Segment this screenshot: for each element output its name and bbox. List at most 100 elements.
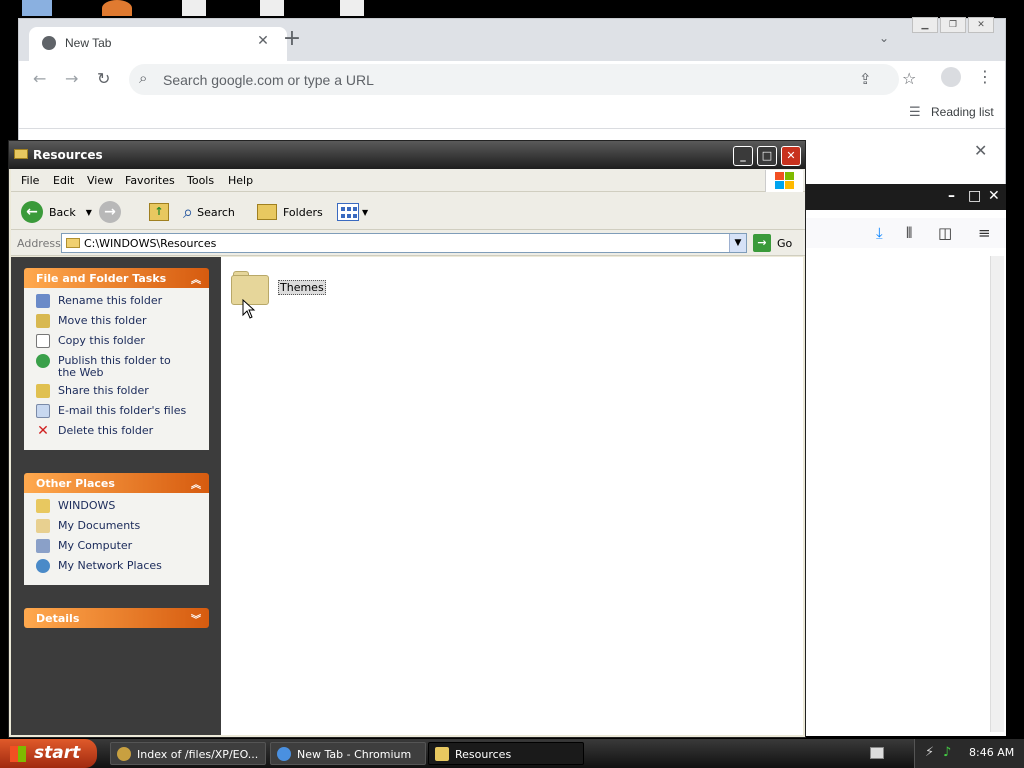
close-icon[interactable]: ✕ xyxy=(988,188,1000,204)
folder-label-themes[interactable]: Themes xyxy=(278,280,326,295)
reading-list-button[interactable]: Reading list xyxy=(931,105,994,119)
collapse-chevron-icon[interactable]: ︽ xyxy=(191,476,201,491)
file-desktop-icon[interactable] xyxy=(260,0,284,16)
address-value: C:\WINDOWS\Resources xyxy=(84,237,217,250)
share-icon[interactable]: ⇪ xyxy=(859,70,872,88)
forward-arrow-icon[interactable]: → xyxy=(65,69,78,88)
folder-icon xyxy=(66,238,80,248)
scrollbar[interactable] xyxy=(990,256,1004,732)
place-windows[interactable]: WINDOWS xyxy=(36,499,209,519)
taskbar-item[interactable]: New Tab - Chromium xyxy=(270,742,426,765)
omnibox[interactable]: ⌕ Search google.com or type a URL ⇪ xyxy=(129,64,899,95)
task-email[interactable]: E-mail this folder's files xyxy=(36,404,209,424)
address-dropdown-icon[interactable]: ▼ xyxy=(729,234,746,252)
task-publish[interactable]: Publish this folder to the Web xyxy=(36,354,209,384)
start-button[interactable]: start xyxy=(0,739,97,768)
taskbar-item-active[interactable]: Resources xyxy=(428,742,584,765)
profile-avatar[interactable] xyxy=(941,67,961,87)
menu-kebab-icon[interactable]: ⋮ xyxy=(977,67,993,86)
maximize-icon[interactable]: □ xyxy=(968,188,981,204)
window-title: Resources xyxy=(33,148,103,162)
go-arrow-icon[interactable]: → xyxy=(753,234,771,252)
reload-icon[interactable]: ↻ xyxy=(97,69,110,88)
expand-chevron-icon[interactable]: ︾ xyxy=(191,611,201,626)
search-button[interactable]: ⌕ Search xyxy=(183,199,235,225)
menu-view[interactable]: View xyxy=(87,174,113,187)
system-tray: ⚡ ♪ 8:46 AM xyxy=(914,739,1024,768)
downloads-icon[interactable]: ⤓ xyxy=(876,224,883,242)
menu-file[interactable]: File xyxy=(21,174,39,187)
back-arrow-icon[interactable]: ← xyxy=(33,69,46,88)
mouse-cursor-icon xyxy=(242,299,256,319)
my-computer-icon xyxy=(36,539,50,553)
panel-header[interactable]: Other Places ︽ xyxy=(24,473,209,493)
explorer-titlebar[interactable]: Resources _ □ ✕ xyxy=(9,141,805,169)
file-desktop-icon[interactable] xyxy=(340,0,364,16)
tab-title: New Tab xyxy=(65,36,112,50)
sidebar-icon[interactable]: ◫ xyxy=(938,224,952,242)
task-move[interactable]: Move this folder xyxy=(36,314,209,334)
maximize-button[interactable]: □ xyxy=(757,146,777,166)
hamburger-menu-icon[interactable]: ≡ xyxy=(978,224,991,242)
clock[interactable]: 8:46 AM xyxy=(969,746,1014,759)
task-copy[interactable]: Copy this folder xyxy=(36,334,209,354)
minimize-icon[interactable]: – xyxy=(948,188,955,204)
close-tab-icon[interactable]: ✕ xyxy=(254,32,272,50)
menu-help[interactable]: Help xyxy=(228,174,253,187)
task-share[interactable]: Share this folder xyxy=(36,384,209,404)
tab-strip: New Tab ✕ + ⌄ ▁ ❐ ✕ xyxy=(19,17,1005,61)
address-input[interactable]: C:\WINDOWS\Resources ▼ xyxy=(61,233,747,253)
keyboard-icon[interactable] xyxy=(870,747,884,759)
firefox-toolbar: ⤓ ⫴ ◫ ≡ xyxy=(806,218,1006,248)
panel-body: WINDOWS My Documents My Computer My Netw… xyxy=(24,493,209,585)
menu-tools[interactable]: Tools xyxy=(187,174,214,187)
folders-label: Folders xyxy=(283,205,323,219)
browser-toolbar: ← → ↻ ⌕ Search google.com or type a URL … xyxy=(19,61,1005,97)
folders-button[interactable]: Folders xyxy=(257,199,323,225)
menu-edit[interactable]: Edit xyxy=(53,174,74,187)
email-icon xyxy=(36,404,50,418)
up-folder-button[interactable]: ↑ xyxy=(149,199,169,225)
panel-header[interactable]: File and Folder Tasks ︽ xyxy=(24,268,209,288)
file-view: Themes xyxy=(221,257,803,735)
desktop-icon[interactable] xyxy=(22,0,52,16)
library-icon[interactable]: ⫴ xyxy=(906,224,912,242)
firefox-desktop-icon[interactable] xyxy=(102,0,132,16)
tab-new-tab[interactable]: New Tab ✕ xyxy=(29,27,287,61)
close-button[interactable]: ✕ xyxy=(968,17,994,33)
task-delete[interactable]: ✕ Delete this folder xyxy=(36,424,209,444)
views-button[interactable]: ▼ xyxy=(337,199,368,225)
file-desktop-icon[interactable] xyxy=(182,0,206,16)
new-tab-button[interactable]: + xyxy=(281,28,303,51)
explorer-window: Resources _ □ ✕ File Edit View Favorites… xyxy=(8,140,806,738)
panel-header[interactable]: Details ︾ xyxy=(24,608,209,628)
place-my-computer[interactable]: My Computer xyxy=(36,539,209,559)
folder-icon xyxy=(435,747,449,761)
task-rename[interactable]: Rename this folder xyxy=(36,294,209,314)
restore-button[interactable]: ❐ xyxy=(940,17,966,33)
infobar-close-icon[interactable]: ✕ xyxy=(974,141,987,160)
network-tray-icon[interactable]: ⚡ xyxy=(925,745,934,760)
minimize-button[interactable]: _ xyxy=(733,146,753,166)
bookmarks-bar: ☰ Reading list xyxy=(19,97,1005,129)
place-my-documents[interactable]: My Documents xyxy=(36,519,209,539)
tab-search-chevron-icon[interactable]: ⌄ xyxy=(879,31,889,45)
back-button[interactable]: ← Back ▼ xyxy=(21,199,92,225)
panel-title: Details xyxy=(36,612,80,625)
go-button[interactable]: Go xyxy=(777,237,792,250)
minimize-button[interactable]: ▁ xyxy=(912,17,938,33)
search-icon: ⌕ xyxy=(139,69,148,87)
firefox-titlebar: – □ ✕ xyxy=(806,184,1006,210)
back-dropdown-icon[interactable]: ▼ xyxy=(86,208,92,217)
forward-button[interactable]: → xyxy=(99,199,127,225)
other-places-panel: Other Places ︽ WINDOWS My Documents My C… xyxy=(24,473,209,585)
panel-title: Other Places xyxy=(36,477,115,490)
collapse-chevron-icon[interactable]: ︽ xyxy=(191,271,201,286)
place-my-network[interactable]: My Network Places xyxy=(36,559,209,579)
close-button[interactable]: ✕ xyxy=(781,146,801,166)
menu-favorites[interactable]: Favorites xyxy=(125,174,175,187)
windows-flag-icon xyxy=(10,746,26,762)
bookmark-star-icon[interactable]: ☆ xyxy=(902,69,916,88)
safely-remove-icon[interactable]: ♪ xyxy=(943,745,951,760)
taskbar-item[interactable]: Index of /files/XP/EO... xyxy=(110,742,266,765)
